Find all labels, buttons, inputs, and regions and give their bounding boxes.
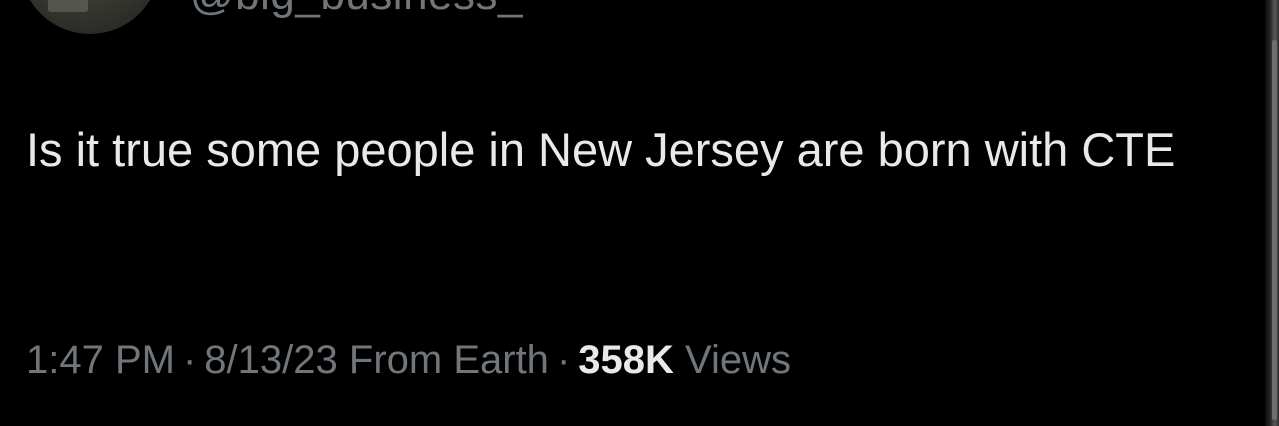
meta-separator-2: · [556, 338, 571, 382]
scrollbar-thumb[interactable] [1272, 40, 1277, 420]
author-handle[interactable]: @big_business_ [190, 0, 523, 20]
tweet-time[interactable]: 1:47 PM [26, 338, 175, 382]
avatar[interactable] [20, 0, 160, 34]
tweet-text: Is it true some people in New Jersey are… [26, 123, 1176, 176]
views-count[interactable]: 358K [578, 338, 674, 382]
views-label[interactable]: Views [685, 338, 791, 382]
meta-separator: · [182, 338, 197, 382]
avatar-photo-detail [48, 0, 88, 12]
tweet-meta: 1:47 PM · 8/13/23 From Earth · 358K Views [26, 334, 791, 386]
scrollbar[interactable] [1265, 0, 1279, 426]
tweet-source: From Earth [348, 338, 549, 382]
tweet-date[interactable]: 8/13/23 [204, 338, 337, 382]
